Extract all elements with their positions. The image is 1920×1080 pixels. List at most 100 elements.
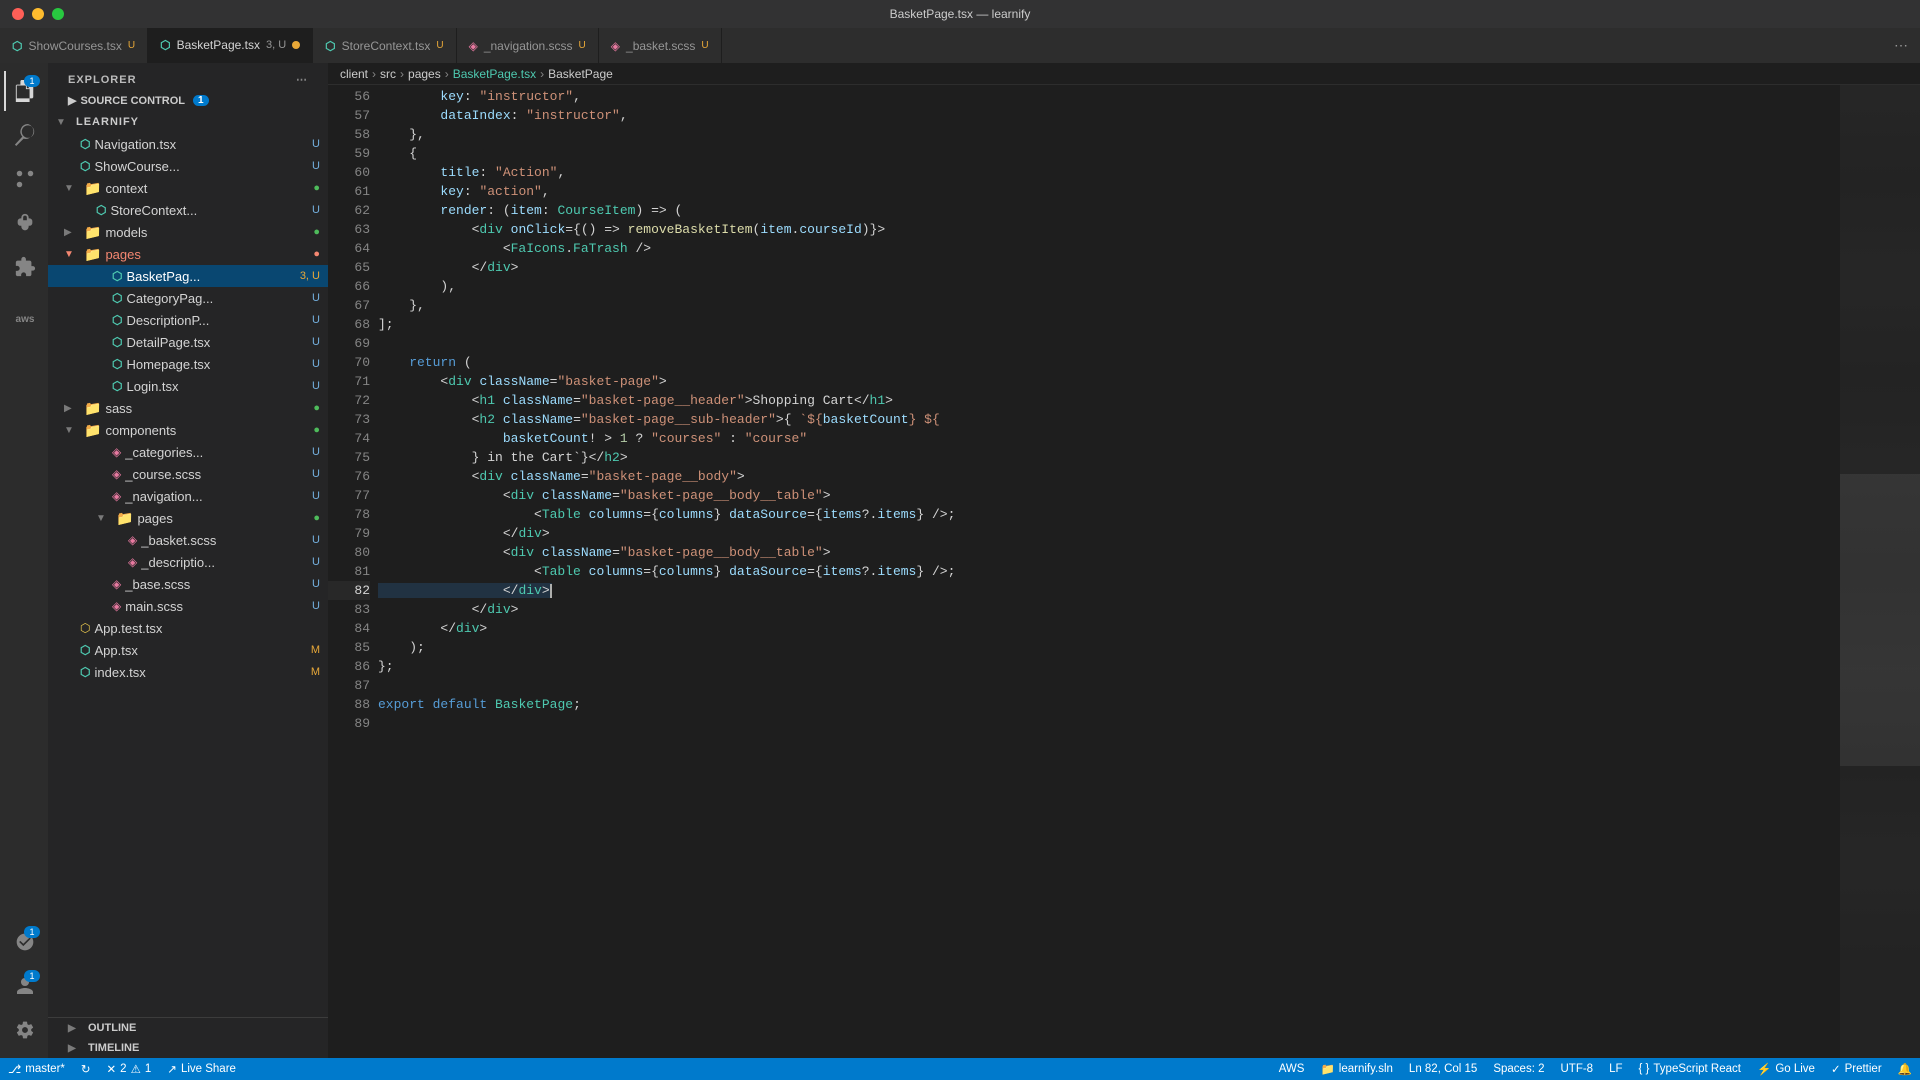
file-detailpage[interactable]: ⬡ DetailPage.tsx U (48, 331, 328, 353)
breadcrumb-src[interactable]: src (380, 67, 396, 81)
status-liveshare[interactable]: ↗ Live Share (159, 1058, 244, 1080)
minimap (1840, 85, 1920, 1058)
tab-storecontext[interactable]: ⬡ StoreContext.tsx U (313, 28, 456, 63)
file-homepage[interactable]: ⬡ Homepage.tsx U (48, 353, 328, 375)
learnify-root[interactable]: ▼ LEARNIFY (48, 111, 328, 133)
status-prettier[interactable]: ✓ Prettier (1823, 1058, 1890, 1080)
folder-components[interactable]: ▼ 📁 components ● (48, 419, 328, 441)
file-navigation-scss[interactable]: ◈ _navigation... U (48, 485, 328, 507)
more-actions-icon[interactable]: ⋯ (296, 73, 308, 86)
file-app-tsx[interactable]: ⬡ App.tsx M (48, 639, 328, 661)
status-position[interactable]: Ln 82, Col 15 (1401, 1058, 1485, 1080)
minimap-viewport[interactable] (1840, 474, 1920, 766)
timeline-section[interactable]: ▶ TIMELINE (48, 1038, 328, 1058)
liveshare-icon: ↗ (167, 1062, 177, 1076)
source-control-section[interactable]: ▶ SOURCE CONTROL 1 (48, 90, 328, 111)
chevron-down-icon: ▼ (64, 425, 80, 436)
tabs-bar: ⬡ ShowCourses.tsx U ⬡ BasketPage.tsx 3, … (0, 28, 1920, 63)
minimize-button[interactable] (32, 8, 44, 20)
activity-git[interactable] (4, 159, 44, 199)
activity-remote[interactable]: 1 (4, 922, 44, 962)
activity-aws[interactable]: aws (4, 299, 44, 339)
chevron-right-icon: ▶ (68, 94, 76, 107)
tsx-icon: ⬡ (80, 665, 90, 679)
activity-explorer[interactable]: 1 (4, 71, 44, 111)
tab-showcourses[interactable]: ⬡ ShowCourses.tsx U (0, 28, 148, 63)
status-language[interactable]: { } TypeScript React (1631, 1058, 1749, 1080)
file-app-test[interactable]: ⬡ App.test.tsx (48, 617, 328, 639)
breadcrumb-pages[interactable]: pages (408, 67, 441, 81)
status-spaces[interactable]: Spaces: 2 (1485, 1058, 1552, 1080)
file-categorypage[interactable]: ⬡ CategoryPag... U (48, 287, 328, 309)
close-button[interactable] (12, 8, 24, 20)
status-encoding[interactable]: UTF-8 (1553, 1058, 1602, 1080)
status-golive[interactable]: ⚡ Go Live (1749, 1058, 1823, 1080)
tsx-icon: ⬡ (96, 203, 106, 217)
file-descriptionpage[interactable]: ⬡ DescriptionP... U (48, 309, 328, 331)
activity-account[interactable]: 1 (4, 966, 44, 1006)
folder-badge: ● (313, 248, 328, 260)
file-base-scss[interactable]: ◈ _base.scss U (48, 573, 328, 595)
file-label: CategoryPag... (126, 291, 213, 306)
aws-icon-container: aws (4, 299, 44, 339)
file-storecontext[interactable]: ⬡ StoreContext... U (48, 199, 328, 221)
test-icon: ⬡ (80, 621, 90, 635)
folder-badge: ● (313, 402, 328, 414)
file-index-tsx[interactable]: ⬡ index.tsx M (48, 661, 328, 683)
scss-icon: ◈ (112, 599, 121, 613)
status-aws[interactable]: AWS (1271, 1058, 1313, 1080)
status-line-ending[interactable]: LF (1601, 1058, 1630, 1080)
breadcrumb-symbol[interactable]: BasketPage (548, 67, 613, 81)
tab-basketpage[interactable]: ⬡ BasketPage.tsx 3, U (148, 28, 313, 63)
outline-label: OUTLINE (88, 1022, 136, 1034)
folder-label: context (105, 181, 147, 196)
source-control-badge: 1 (193, 95, 209, 106)
folder-icon: 📁 (84, 224, 101, 241)
tab-basket-scss[interactable]: ◈ _basket.scss U (599, 28, 722, 63)
breadcrumb-client[interactable]: client (340, 67, 368, 81)
error-count: 2 (120, 1063, 126, 1075)
file-login[interactable]: ⬡ Login.tsx U (48, 375, 328, 397)
folder-models[interactable]: ▶ 📁 models ● (48, 221, 328, 243)
status-sync[interactable]: ↻ (73, 1058, 99, 1080)
activity-debug[interactable] (4, 203, 44, 243)
status-solution[interactable]: 📁 learnify.sln (1312, 1058, 1400, 1080)
file-main-scss[interactable]: ◈ main.scss U (48, 595, 328, 617)
breadcrumb-file[interactable]: BasketPage.tsx (453, 67, 536, 81)
tsx-icon: ⬡ (112, 335, 122, 349)
activity-search[interactable] (4, 115, 44, 155)
error-icon: ✕ (107, 1062, 117, 1076)
folder-pages-sub[interactable]: ▼ 📁 pages ● (48, 507, 328, 529)
folder-icon: 📁 (116, 510, 133, 527)
file-navigation-tsx[interactable]: ⬡ Navigation.tsx U (48, 133, 328, 155)
file-badge: M (311, 666, 328, 678)
activity-extensions[interactable] (4, 247, 44, 287)
status-errors[interactable]: ✕ 2 ⚠ 1 (99, 1058, 160, 1080)
explorer-badge: 1 (24, 75, 40, 87)
folder-context[interactable]: ▼ 📁 context ● (48, 177, 328, 199)
file-badge: U (312, 138, 328, 150)
file-badge: U (312, 600, 328, 612)
status-branch[interactable]: ⎇ master* (0, 1058, 73, 1080)
breadcrumb-sep: › (372, 67, 376, 81)
file-categories-scss[interactable]: ◈ _categories... U (48, 441, 328, 463)
file-course-scss[interactable]: ◈ _course.scss U (48, 463, 328, 485)
file-showcourse-tsx[interactable]: ⬡ ShowCourse... U (48, 155, 328, 177)
status-notifications[interactable]: 🔔 (1890, 1058, 1920, 1080)
file-badge: U (312, 160, 328, 172)
split-editor-button[interactable]: ⋯ (1890, 33, 1912, 58)
file-basket-scss[interactable]: ◈ _basket.scss U (48, 529, 328, 551)
code-text[interactable]: key: "instructor", dataIndex: "instructo… (378, 85, 1840, 1058)
tsx-icon: ⬡ (80, 137, 90, 151)
file-basketpage[interactable]: ⬡ BasketPag... 3, U (48, 265, 328, 287)
folder-sass[interactable]: ▶ 📁 sass ● (48, 397, 328, 419)
file-label: DetailPage.tsx (126, 335, 210, 350)
maximize-button[interactable] (52, 8, 64, 20)
folder-pages[interactable]: ▼ 📁 pages ● (48, 243, 328, 265)
tab-navigation[interactable]: ◈ _navigation.scss U (457, 28, 599, 63)
activity-settings[interactable] (4, 1010, 44, 1050)
file-description-scss[interactable]: ◈ _descriptio... U (48, 551, 328, 573)
tsx-icon: ⬡ (112, 379, 122, 393)
outline-section[interactable]: ▶ OUTLINE (48, 1017, 328, 1038)
golive-text: Go Live (1775, 1063, 1815, 1075)
